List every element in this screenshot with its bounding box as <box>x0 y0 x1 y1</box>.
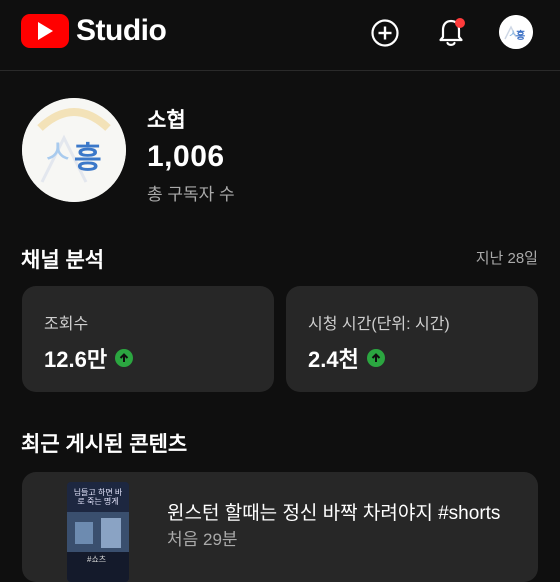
notifications-button[interactable] <box>435 17 467 49</box>
top-app-bar: Studio ㅅ 흥 <box>0 0 560 71</box>
notification-badge <box>455 18 465 28</box>
thumbnail-text: 님들고 하면 바로 죽는 명게 <box>73 488 123 506</box>
video-thumbnail[interactable]: 님들고 하면 바로 죽는 명게 #쇼츠 <box>67 482 129 582</box>
recent-video-card[interactable]: 님들고 하면 바로 죽는 명게 #쇼츠 윈스턴 할때는 정신 바짝 차려야지 #… <box>22 472 538 582</box>
studio-logo[interactable]: Studio <box>21 14 167 48</box>
svg-text:ㅅ: ㅅ <box>42 133 73 173</box>
stat-card-watch-time[interactable]: 시청 시간(단위: 시간) 2.4천 <box>286 286 538 392</box>
channel-avatar[interactable]: ㅅ 흥 <box>22 98 126 202</box>
analytics-period: 지난 28일 <box>475 250 538 267</box>
subscriber-label: 총 구독자 수 <box>147 185 235 204</box>
analytics-section-title: 채널 분석 <box>21 249 105 272</box>
svg-text:흥: 흥 <box>74 141 102 176</box>
youtube-play-icon <box>21 14 69 48</box>
video-title: 윈스턴 할때는 정신 바짝 차려야지 #shorts <box>167 503 501 524</box>
stat-label: 시청 시간(단위: 시간) <box>308 316 450 333</box>
stat-card-views[interactable]: 조회수 12.6만 <box>22 286 274 392</box>
channel-name: 소협 <box>147 109 186 132</box>
trend-up-icon <box>115 349 134 367</box>
stat-value: 2.4천 <box>308 347 359 372</box>
channel-avatar-icon: ㅅ 흥 <box>499 15 533 49</box>
subscriber-count: 1,006 <box>147 140 225 173</box>
stat-value: 12.6만 <box>44 347 108 372</box>
video-meta: 처음 29분 <box>167 530 238 549</box>
recent-content-title: 최근 게시된 콘텐츠 <box>21 433 188 456</box>
channel-header: ㅅ 흥 <box>22 98 126 202</box>
channel-avatar-icon: ㅅ 흥 <box>22 98 126 202</box>
svg-text:흥: 흥 <box>516 29 525 42</box>
app-name: Studio <box>76 14 167 47</box>
add-circle-icon <box>371 19 399 47</box>
trend-up-icon <box>366 349 385 367</box>
account-avatar[interactable]: ㅅ 흥 <box>499 15 533 49</box>
create-button[interactable] <box>369 17 401 49</box>
stat-label: 조회수 <box>44 316 89 333</box>
